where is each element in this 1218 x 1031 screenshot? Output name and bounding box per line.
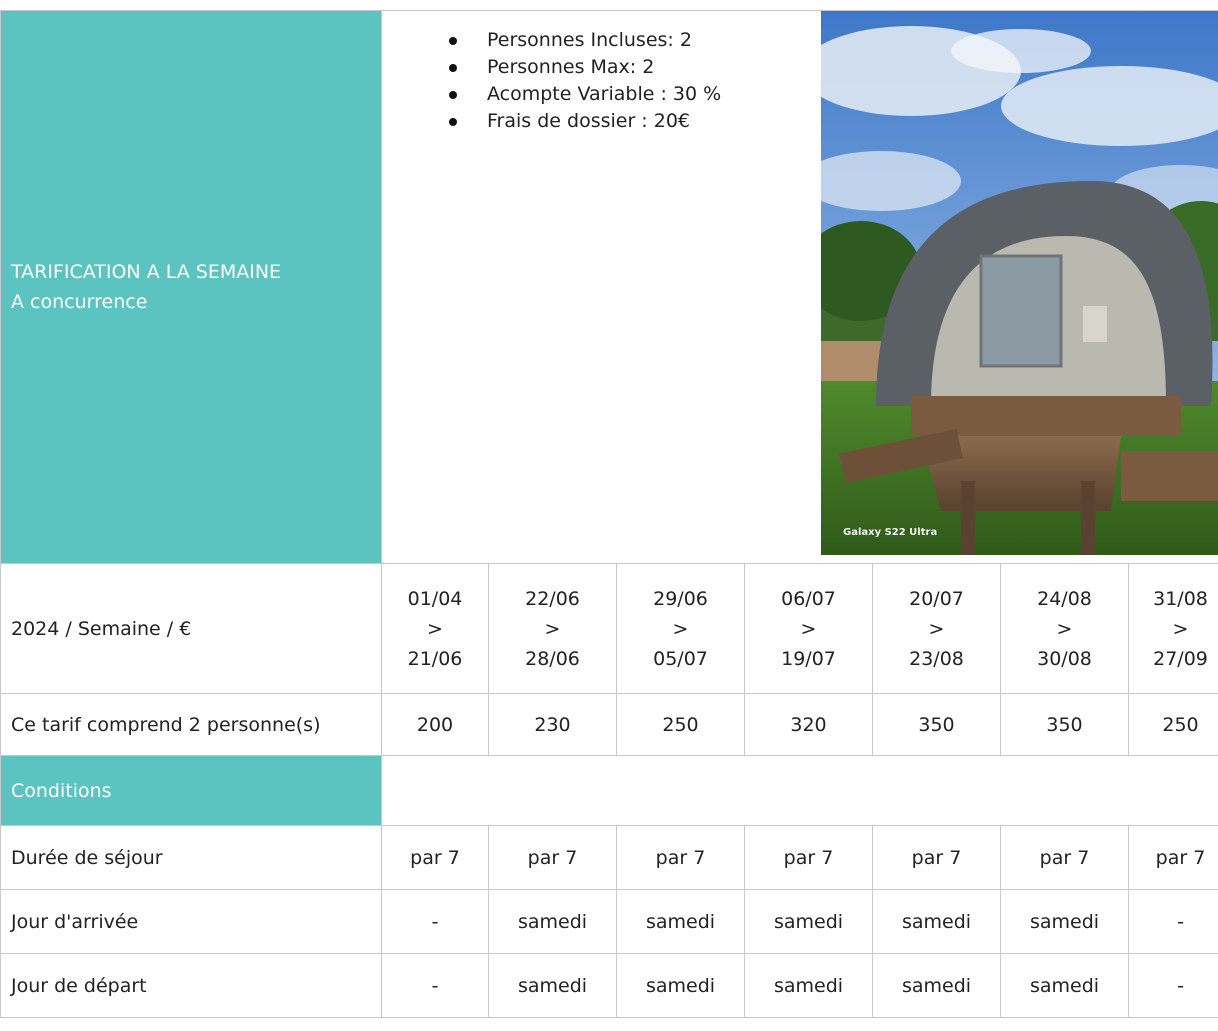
duration-cell: par 7 xyxy=(872,825,1001,890)
period-from: 29/06 xyxy=(653,587,708,610)
period-cell-7: 31/08 >27/09 xyxy=(1127,563,1218,694)
price-cell: 230 xyxy=(488,693,617,756)
period-from: 22/06 xyxy=(525,587,580,610)
period-sep: > xyxy=(1056,617,1073,640)
departure-cell: - xyxy=(1127,953,1218,1018)
period-sep: > xyxy=(544,617,561,640)
price-cell: 320 xyxy=(744,693,873,756)
duration-cell: par 7 xyxy=(1000,825,1129,890)
pricing-page: TARIFICATION A LA SEMAINE A concurrence … xyxy=(0,0,1218,1031)
period-cell-6: 24/08 >30/08 xyxy=(1000,563,1129,694)
arrival-cell: samedi xyxy=(1000,889,1129,954)
tent-photo: Galaxy S22 Ultra xyxy=(821,11,1218,555)
periods-row: 2024 / Semaine / € 01/04 >21/06 22/06 >28/… xyxy=(0,563,1218,694)
arrival-label: Jour d'arrivée xyxy=(0,889,382,954)
departure-cell: samedi xyxy=(616,953,745,1018)
price-cell: 350 xyxy=(1000,693,1129,756)
departure-cell: samedi xyxy=(872,953,1001,1018)
period-cell-4: 06/07 >19/07 xyxy=(744,563,873,694)
price-cell: 350 xyxy=(872,693,1001,756)
conditions-spacer xyxy=(380,755,1218,826)
period-from: 31/08 xyxy=(1153,587,1208,610)
period-cell-5: 20/07 >23/08 xyxy=(872,563,1001,694)
arrival-cell: samedi xyxy=(488,889,617,954)
pricing-table: TARIFICATION A LA SEMAINE A concurrence … xyxy=(0,10,1218,1018)
arrival-cell: samedi xyxy=(744,889,873,954)
prices-row: Ce tarif comprend 2 personne(s) 200 230 … xyxy=(0,693,1218,756)
departure-row: Jour de départ - samedi samedi samedi sa… xyxy=(0,953,1218,1018)
price-cell: 200 xyxy=(381,693,489,756)
period-from: 20/07 xyxy=(909,587,964,610)
period-from: 06/07 xyxy=(781,587,836,610)
period-to: 27/09 xyxy=(1153,647,1208,670)
period-to: 23/08 xyxy=(909,647,964,670)
pricing-title: TARIFICATION A LA SEMAINE xyxy=(11,261,282,283)
period-sep: > xyxy=(800,617,817,640)
arrival-cell: - xyxy=(381,889,489,954)
period-sep: > xyxy=(928,617,945,640)
duration-label: Durée de séjour xyxy=(0,825,382,890)
duration-cell: par 7 xyxy=(744,825,873,890)
duration-cell: par 7 xyxy=(381,825,489,890)
departure-cell: samedi xyxy=(744,953,873,1018)
period-cell-2: 22/06 >28/06 xyxy=(488,563,617,694)
pricing-subtitle: A concurrence xyxy=(11,291,148,313)
period-sep: > xyxy=(427,617,443,640)
period-to: 19/07 xyxy=(781,647,836,670)
period-to: 28/06 xyxy=(525,647,580,670)
conditions-row: Conditions xyxy=(0,755,1218,826)
departure-cell: - xyxy=(381,953,489,1018)
duration-row: Durée de séjour par 7 par 7 par 7 par 7 … xyxy=(0,825,1218,890)
pricing-header-cell: TARIFICATION A LA SEMAINE A concurrence xyxy=(0,10,382,564)
period-sep: > xyxy=(1172,617,1189,640)
conditions-label: Conditions xyxy=(0,755,382,826)
period-cell-3: 29/06 >05/07 xyxy=(616,563,745,694)
duration-cell: par 7 xyxy=(488,825,617,890)
period-from: 24/08 xyxy=(1037,587,1092,610)
departure-cell: samedi xyxy=(1000,953,1129,1018)
departure-cell: samedi xyxy=(488,953,617,1018)
duration-cell: par 7 xyxy=(616,825,745,890)
arrival-cell: samedi xyxy=(872,889,1001,954)
period-to: 05/07 xyxy=(653,647,708,670)
period-to: 30/08 xyxy=(1037,647,1092,670)
duration-cell: par 7 xyxy=(1127,825,1218,890)
period-sep: > xyxy=(672,617,689,640)
arrival-cell: samedi xyxy=(616,889,745,954)
period-cell-1: 01/04 >21/06 xyxy=(381,563,489,694)
photo-watermark: Galaxy S22 Ultra xyxy=(843,527,937,538)
season-label: 2024 / Semaine / € xyxy=(0,563,382,694)
price-label: Ce tarif comprend 2 personne(s) xyxy=(0,693,382,756)
period-from: 01/04 xyxy=(407,587,463,610)
arrival-cell: - xyxy=(1127,889,1218,954)
departure-label: Jour de départ xyxy=(0,953,382,1018)
period-to: 21/06 xyxy=(407,647,463,670)
arrival-row: Jour d'arrivée - samedi samedi samedi sa… xyxy=(0,889,1218,954)
price-cell: 250 xyxy=(616,693,745,756)
price-cell: 250 xyxy=(1127,693,1218,756)
info-cell: Personnes Incluses: 2 Personnes Max: 2 A… xyxy=(380,10,1218,564)
